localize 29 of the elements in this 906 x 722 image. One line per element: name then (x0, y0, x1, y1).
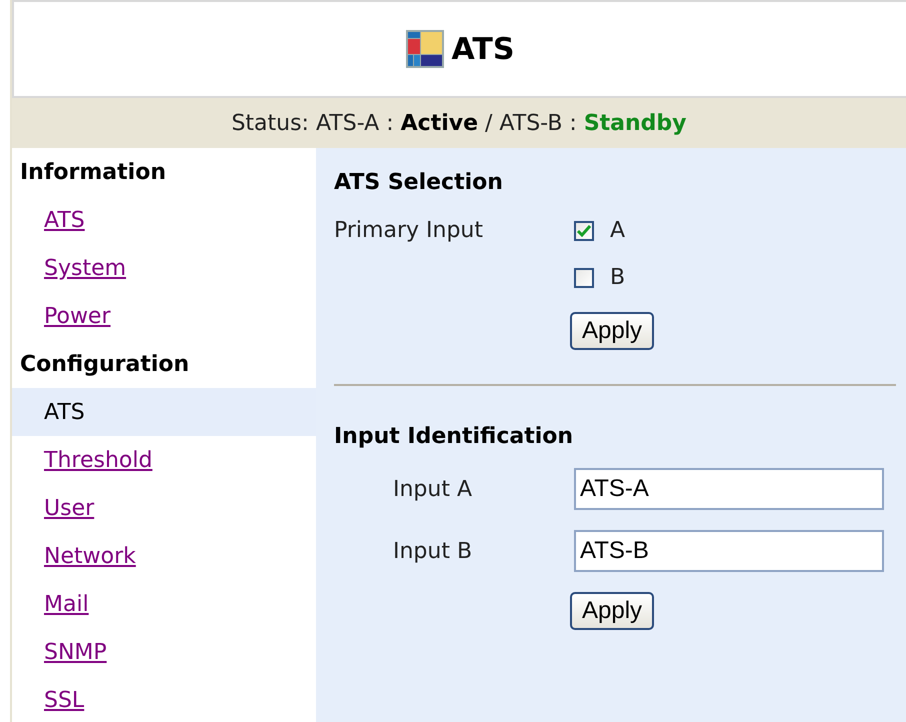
input-field[interactable]: ATS-A (574, 468, 884, 510)
section-title: ATS Selection (334, 168, 504, 196)
option-label: A (610, 218, 626, 243)
sidebar-link[interactable]: Power (12, 292, 316, 340)
field-label: Primary Input (334, 218, 484, 243)
section-title: Input Identification (334, 422, 574, 450)
sidebar-link[interactable]: SNMP (12, 628, 316, 676)
sidebar-link[interactable]: ATS (12, 388, 316, 436)
sidebar-link[interactable]: User (12, 484, 316, 532)
sidebar-heading: Information (19, 158, 167, 186)
app-logo-icon (406, 30, 444, 68)
apply-button[interactable]: Apply (570, 592, 654, 630)
checkbox[interactable] (574, 268, 594, 288)
page-title: ATS (452, 32, 514, 66)
field-label: Input A (392, 476, 474, 502)
checkbox[interactable] (574, 220, 594, 240)
sidebar-link[interactable]: SSL (12, 676, 316, 722)
sidebar-link[interactable]: System (12, 244, 316, 292)
field-label: Input B (392, 538, 474, 564)
sidebar-link[interactable]: ATS (12, 196, 316, 244)
sidebar-link[interactable]: Network (12, 532, 316, 580)
sidebar-link[interactable]: Threshold (12, 436, 316, 484)
apply-button[interactable]: Apply (570, 312, 654, 350)
status-text: Status: ATS-A : Active / ATS-B : Standby (231, 110, 687, 136)
sidebar-heading: Configuration (19, 350, 190, 378)
sidebar-link[interactable]: Mail (12, 580, 316, 628)
input-field[interactable]: ATS-B (574, 530, 884, 572)
check-icon (577, 224, 591, 236)
option-label: B (610, 265, 626, 290)
